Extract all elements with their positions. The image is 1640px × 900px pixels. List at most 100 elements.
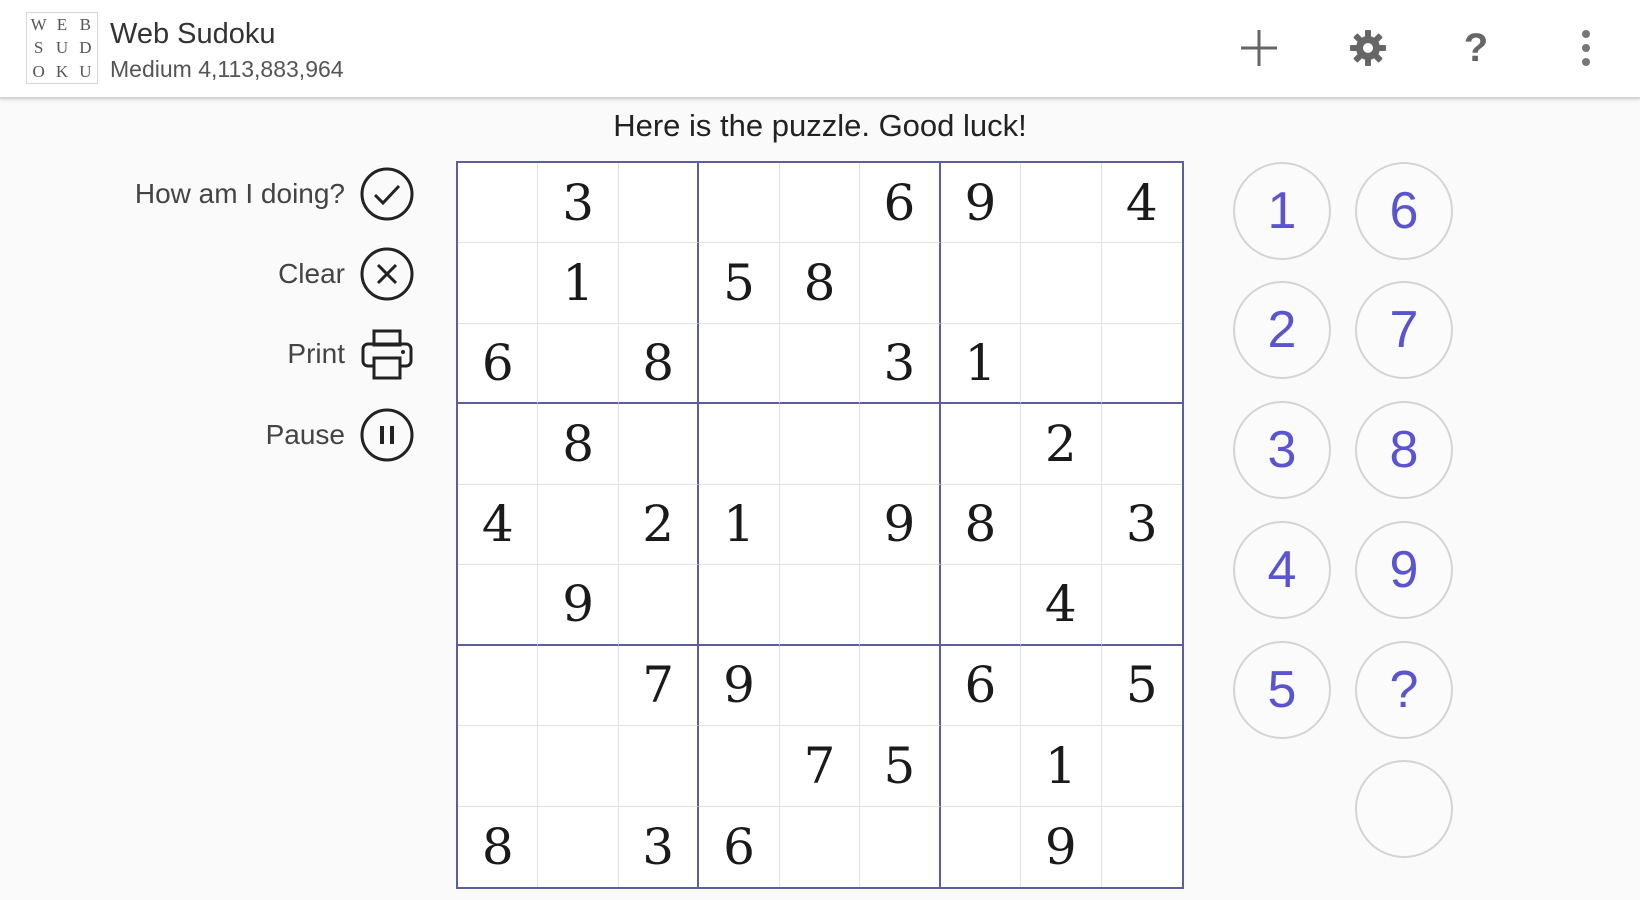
sudoku-cell[interactable] <box>538 645 619 727</box>
sudoku-cell[interactable]: 3 <box>538 163 619 244</box>
new-puzzle-button[interactable] <box>1231 20 1287 76</box>
sudoku-cell[interactable] <box>779 404 861 485</box>
sudoku-cell[interactable] <box>538 323 619 405</box>
clear-button[interactable]: Clear <box>278 245 415 303</box>
sudoku-cell[interactable]: 6 <box>458 323 539 405</box>
sudoku-cell[interactable]: 6 <box>940 645 1022 727</box>
sudoku-cell[interactable] <box>1021 645 1102 727</box>
sudoku-cell[interactable]: 1 <box>538 243 619 324</box>
sudoku-cell[interactable]: 3 <box>1101 485 1182 566</box>
sudoku-cell[interactable] <box>699 163 780 244</box>
sudoku-cell[interactable] <box>618 243 700 324</box>
sudoku-cell[interactable]: 3 <box>860 323 941 405</box>
sudoku-cell[interactable] <box>780 806 861 887</box>
settings-button[interactable] <box>1340 20 1396 76</box>
sudoku-cell[interactable]: 8 <box>458 806 539 887</box>
sudoku-cell[interactable] <box>538 484 619 566</box>
number-pad-button[interactable]: 6 <box>1355 162 1453 260</box>
number-pad-button[interactable]: 9 <box>1355 521 1453 619</box>
sudoku-cell[interactable] <box>940 243 1022 324</box>
sudoku-cell[interactable]: 4 <box>1101 163 1182 244</box>
number-pad-button[interactable]: 5 <box>1233 641 1331 739</box>
sudoku-cell[interactable]: 1 <box>1021 726 1102 807</box>
sudoku-cell[interactable] <box>458 404 539 485</box>
help-button[interactable]: ? <box>1448 20 1504 76</box>
sudoku-cell[interactable]: 9 <box>538 565 619 646</box>
sudoku-cell[interactable] <box>699 565 780 646</box>
sudoku-cell[interactable] <box>1101 243 1182 324</box>
sudoku-cell[interactable]: 4 <box>1021 565 1102 646</box>
number-pad-button[interactable]: 7 <box>1355 281 1453 379</box>
sudoku-cell[interactable] <box>860 243 941 324</box>
sudoku-cell[interactable] <box>699 323 780 405</box>
sudoku-cell[interactable] <box>940 404 1022 485</box>
sudoku-cell[interactable]: 9 <box>699 645 780 727</box>
sudoku-cell[interactable] <box>779 323 861 405</box>
sudoku-cell[interactable]: 9 <box>860 484 941 566</box>
sudoku-cell[interactable]: 2 <box>1021 404 1102 485</box>
how-am-i-doing-button[interactable]: How am I doing? <box>135 165 415 223</box>
sudoku-cell[interactable] <box>458 243 539 324</box>
sudoku-cell[interactable] <box>940 565 1022 646</box>
sudoku-cell[interactable]: 8 <box>779 243 861 324</box>
sudoku-cell[interactable]: 4 <box>458 484 539 566</box>
sudoku-cell[interactable] <box>1021 484 1102 566</box>
sudoku-cell[interactable]: 7 <box>618 645 700 727</box>
sudoku-cell[interactable] <box>699 404 780 485</box>
sudoku-cell[interactable] <box>941 806 1022 887</box>
sudoku-cell[interactable] <box>1021 243 1102 324</box>
sudoku-cell[interactable] <box>940 726 1022 807</box>
sudoku-cell[interactable] <box>1101 726 1182 807</box>
sudoku-cell[interactable]: 6 <box>860 163 941 244</box>
sudoku-cell[interactable]: 9 <box>940 163 1022 244</box>
sudoku-cell[interactable] <box>860 404 941 485</box>
sudoku-cell[interactable] <box>618 726 700 807</box>
sudoku-cell[interactable] <box>458 163 539 244</box>
pause-button[interactable]: Pause <box>266 406 415 464</box>
sudoku-cell[interactable] <box>458 645 539 727</box>
sudoku-cell[interactable]: 6 <box>699 806 780 887</box>
sudoku-cell[interactable]: 7 <box>779 726 861 807</box>
sudoku-cell[interactable]: 1 <box>699 484 780 566</box>
sudoku-cell[interactable] <box>1101 324 1182 405</box>
sudoku-cell[interactable] <box>1102 807 1182 887</box>
number-pad-button[interactable]: 3 <box>1233 401 1331 499</box>
sudoku-cell[interactable] <box>618 163 700 244</box>
sudoku-cell[interactable]: 8 <box>538 404 619 485</box>
overflow-menu-button[interactable] <box>1558 20 1614 76</box>
sudoku-cell[interactable] <box>1101 565 1182 646</box>
sudoku-cell[interactable] <box>860 645 941 727</box>
sudoku-cell[interactable] <box>1021 163 1102 244</box>
sudoku-cell[interactable]: 3 <box>619 806 700 887</box>
sudoku-cell[interactable]: 8 <box>618 323 700 405</box>
sudoku-cell[interactable]: 5 <box>699 243 780 324</box>
sudoku-cell[interactable] <box>1021 323 1102 405</box>
sudoku-cell[interactable] <box>618 565 700 646</box>
sudoku-cell[interactable] <box>779 645 861 727</box>
sudoku-cell[interactable] <box>779 163 861 244</box>
sudoku-cell[interactable]: 1 <box>940 323 1022 405</box>
number-pad-button[interactable]: 4 <box>1233 521 1331 619</box>
sudoku-cell[interactable]: 8 <box>940 484 1022 566</box>
sudoku-cell[interactable]: 5 <box>1101 646 1182 727</box>
sudoku-cell[interactable] <box>1101 404 1182 485</box>
sudoku-cell[interactable] <box>618 404 700 485</box>
sudoku-cell[interactable] <box>458 726 539 807</box>
sudoku-cell[interactable] <box>860 806 941 887</box>
print-button[interactable]: Print <box>287 325 415 383</box>
sudoku-cell[interactable] <box>458 565 539 646</box>
hint-button[interactable]: ? <box>1355 641 1453 739</box>
sudoku-cell[interactable]: 5 <box>860 726 941 807</box>
sudoku-cell[interactable]: 2 <box>618 484 700 566</box>
sudoku-cell[interactable] <box>860 565 941 646</box>
sudoku-cell[interactable] <box>779 565 861 646</box>
sudoku-cell[interactable] <box>779 484 861 566</box>
sudoku-cell[interactable] <box>538 806 619 887</box>
number-pad-button[interactable]: 2 <box>1233 281 1331 379</box>
erase-button[interactable] <box>1355 760 1453 858</box>
number-pad-button[interactable]: 8 <box>1355 401 1453 499</box>
number-pad-button[interactable]: 1 <box>1233 162 1331 260</box>
sudoku-cell[interactable] <box>538 726 619 807</box>
sudoku-cell[interactable]: 9 <box>1021 806 1102 887</box>
sudoku-cell[interactable] <box>699 726 780 807</box>
